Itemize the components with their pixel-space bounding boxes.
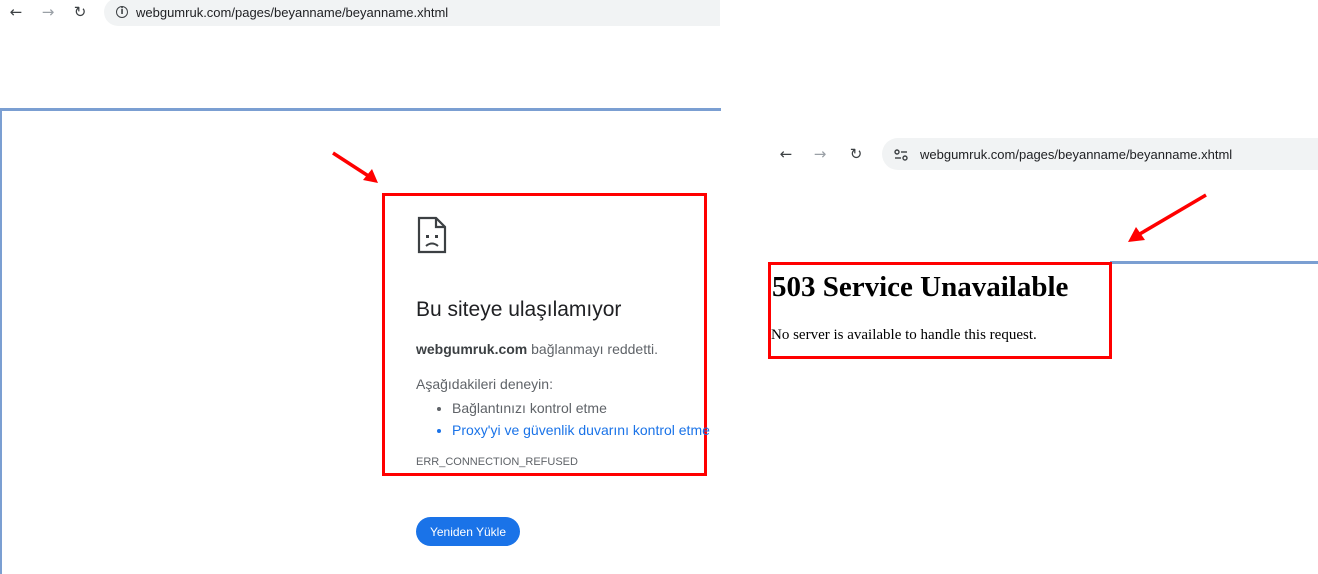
forward-arrow-icon[interactable]: → xyxy=(810,144,830,164)
tune-icon[interactable] xyxy=(894,148,908,161)
error-host-suffix: bağlanmayı reddetti. xyxy=(527,341,658,357)
error-try-label: Aşağıdakileri deneyin: xyxy=(416,376,553,392)
service-unavailable-title: 503 Service Unavailable xyxy=(772,271,1069,303)
suggestion-item: Bağlantınızı kontrol etme xyxy=(452,397,710,419)
right-browser-toolbar: ← → ↻ webgumruk.com/pages/beyanname/beya… xyxy=(768,138,1318,170)
right-pane-border-top xyxy=(1110,261,1318,264)
error-host: webgumruk.com xyxy=(416,341,528,357)
info-icon[interactable]: i xyxy=(116,6,128,18)
red-arrow-annotation-left xyxy=(330,150,382,186)
right-url-text: webgumruk.com/pages/beyanname/beyanname.… xyxy=(920,146,1233,162)
forward-arrow-icon[interactable]: → xyxy=(38,2,58,22)
left-address-bar[interactable]: i webgumruk.com/pages/beyanname/beyannam… xyxy=(104,0,720,26)
error-code: ERR_CONNECTION_REFUSED xyxy=(416,456,578,468)
left-pane-border-side xyxy=(0,111,2,574)
error-title: Bu siteye ulaşılamıyor xyxy=(416,298,622,321)
reload-icon[interactable]: ↻ xyxy=(846,144,866,164)
back-arrow-icon[interactable]: ← xyxy=(776,144,796,164)
suggestion-link-proxy[interactable]: Proxy'yi ve güvenlik duvarını kontrol et… xyxy=(452,419,710,441)
reload-button[interactable]: Yeniden Yükle xyxy=(416,517,520,546)
reload-icon[interactable]: ↻ xyxy=(70,2,90,22)
sad-page-icon xyxy=(416,216,448,254)
left-pane-border-top xyxy=(0,108,721,111)
left-url-text: webgumruk.com/pages/beyanname/beyanname.… xyxy=(136,4,449,20)
error-host-message: webgumruk.com bağlanmayı reddetti. xyxy=(416,341,658,357)
right-address-bar[interactable]: webgumruk.com/pages/beyanname/beyanname.… xyxy=(882,138,1318,170)
error-suggestions: Bağlantınızı kontrol etme Proxy'yi ve gü… xyxy=(416,397,710,441)
red-arrow-annotation-right xyxy=(1124,192,1210,246)
left-browser-toolbar: ← → ↻ i webgumruk.com/pages/beyanname/be… xyxy=(0,0,720,26)
back-arrow-icon[interactable]: ← xyxy=(6,2,26,22)
service-unavailable-message: No server is available to handle this re… xyxy=(771,327,1037,343)
